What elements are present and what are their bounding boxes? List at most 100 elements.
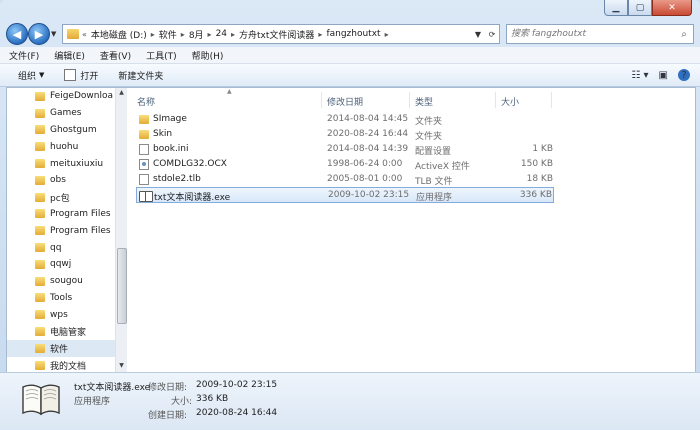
nav-item-pc[interactable]: pc包	[7, 189, 115, 206]
nav-item-ghostgum[interactable]: Ghostgum	[7, 122, 115, 139]
nav-item-tools[interactable]: Tools	[7, 290, 115, 307]
search-input[interactable]	[507, 28, 675, 40]
refresh-icon[interactable]: ⟳	[485, 30, 499, 39]
breadcrumb-software[interactable]: 软件	[159, 28, 177, 41]
file-size: 150 KB	[520, 159, 553, 169]
nav-item-program-files[interactable]: Program Files	[7, 206, 115, 223]
file-type: ActiveX 控件	[415, 162, 470, 172]
column-header-type[interactable]: 类型	[415, 95, 433, 108]
column-divider[interactable]	[495, 92, 496, 108]
nav-item-program-files-x86[interactable]: Program Files	[7, 222, 115, 239]
nav-item-obs[interactable]: obs	[7, 172, 115, 189]
tlb-file-icon	[139, 174, 149, 185]
column-divider[interactable]	[321, 92, 322, 108]
dropdown-arrow-icon: ▼	[39, 71, 45, 79]
nav-item-label: Tools	[50, 292, 73, 303]
chevron-right-icon[interactable]: ▸	[208, 30, 212, 39]
forward-button[interactable]: ▶	[28, 23, 50, 45]
nav-item-meituxiuxiu[interactable]: meituxiuxiu	[7, 155, 115, 172]
menu-view[interactable]: 查看(V)	[91, 49, 137, 62]
nav-item-feigedownload[interactable]: FeigeDownloa	[7, 88, 115, 105]
address-overflow[interactable]: «	[82, 30, 87, 39]
menu-edit[interactable]: 编辑(E)	[45, 49, 91, 62]
nav-item-qqwj[interactable]: qqwj	[7, 256, 115, 273]
address-bar[interactable]: « 本地磁盘 (D:) ▸ 软件 ▸ 8月 ▸ 24 ▸ 方舟txt文件阅读器 ▸ fan…	[62, 24, 500, 44]
column-header-name[interactable]: 名称	[137, 95, 155, 108]
menu-help[interactable]: 帮助(H)	[183, 49, 230, 62]
nav-item-software[interactable]: 软件	[7, 339, 115, 357]
file-size: 336 KB	[519, 190, 552, 200]
breadcrumb-reader[interactable]: 方舟txt文件阅读器	[239, 28, 314, 41]
file-type: 应用程序	[416, 193, 453, 203]
open-icon	[64, 69, 77, 81]
chevron-right-icon[interactable]: ▸	[385, 30, 389, 39]
search-box[interactable]: ⌕	[506, 24, 694, 44]
column-header-size[interactable]: 大小	[501, 95, 519, 108]
scrollbar-thumb[interactable]	[117, 248, 127, 324]
search-icon[interactable]: ⌕	[675, 29, 693, 40]
nav-item-huohu[interactable]: huohu	[7, 138, 115, 155]
folder-icon	[35, 142, 45, 152]
explorer-window: ▁ ▢ ✕ ◀ ▶ ▼ « 本地磁盘 (D:) ▸ 软件 ▸ 8月 ▸ 24 ▸ 方舟t…	[0, 0, 700, 430]
recent-pages-dropdown[interactable]: ▼	[51, 30, 56, 38]
file-row[interactable]: SImage 2014-08-04 14:45 文件夹	[137, 112, 553, 127]
chevron-right-icon[interactable]: ▸	[151, 30, 155, 39]
nav-item-label: Program Files	[50, 208, 111, 219]
preview-pane-icon[interactable]: ▣	[659, 70, 668, 81]
folder-icon	[35, 226, 45, 236]
sort-ascending-icon: ▲	[227, 88, 232, 95]
scroll-down-icon[interactable]: ▼	[116, 362, 127, 372]
column-header-modified[interactable]: 修改日期	[327, 95, 363, 108]
nav-item-pc-manager[interactable]: 电脑管家	[7, 323, 115, 340]
help-icon[interactable]: ?	[678, 69, 690, 81]
nav-item-sougou[interactable]: sougou	[7, 273, 115, 290]
details-filename: txt文本阅读器.exe	[74, 383, 151, 393]
folder-icon	[35, 192, 45, 202]
maximize-button[interactable]: ▢	[628, 0, 652, 16]
file-row[interactable]: Skin 2020-08-24 16:44 文件夹	[137, 127, 553, 142]
nav-item-games[interactable]: Games	[7, 105, 115, 122]
file-row[interactable]: COMDLG32.OCX 1998-06-24 0:00 ActiveX 控件 …	[137, 157, 553, 172]
chevron-right-icon[interactable]: ▸	[181, 30, 185, 39]
menu-file[interactable]: 文件(F)	[0, 49, 45, 62]
breadcrumb-fangzhoutxt[interactable]: fangzhoutxt	[326, 29, 380, 39]
open-button[interactable]: 打开	[64, 69, 98, 82]
close-button[interactable]: ✕	[652, 0, 692, 16]
file-row-selected[interactable]: txt文本阅读器.exe 2009-10-02 23:15 应用程序 336 K…	[136, 187, 554, 203]
nav-item-label: Ghostgum	[50, 124, 97, 135]
navigation-scrollbar[interactable]: ▲ ▼	[115, 88, 127, 373]
address-dropdown-icon[interactable]: ▼	[471, 30, 485, 39]
column-headers: ▲ 名称 修改日期 类型 大小	[127, 88, 695, 110]
chevron-right-icon[interactable]: ▸	[231, 30, 235, 39]
details-pane: txt文本阅读器.exe 应用程序 修改日期: 2009-10-02 23:15…	[0, 372, 700, 430]
file-row[interactable]: book.ini 2014-08-04 14:39 配置设置 1 KB	[137, 142, 553, 157]
nav-item-label: pc包	[50, 193, 70, 204]
nav-item-my-documents[interactable]: 我的文档	[7, 357, 115, 373]
breadcrumb-august[interactable]: 8月	[189, 28, 204, 41]
open-label: 打开	[80, 71, 99, 82]
breadcrumb-drive[interactable]: 本地磁盘 (D:)	[91, 28, 147, 41]
new-folder-button[interactable]: 新建文件夹	[118, 69, 163, 82]
organize-button[interactable]: 组织 ▼	[18, 69, 44, 82]
file-row[interactable]: stdole2.tlb 2005-08-01 0:00 TLB 文件 18 KB	[137, 172, 553, 187]
breadcrumb-24[interactable]: 24	[216, 29, 227, 39]
nav-item-wps[interactable]: wps	[7, 306, 115, 323]
nav-item-qq[interactable]: qq	[7, 239, 115, 256]
view-options-icon[interactable]: ☷ ▾	[631, 70, 648, 81]
details-modified-value: 2009-10-02 23:15	[196, 380, 278, 390]
file-modified: 2014-08-04 14:39	[327, 144, 409, 154]
minimize-button[interactable]: ▁	[604, 0, 628, 16]
scroll-up-icon[interactable]: ▲	[116, 89, 127, 99]
file-modified: 2014-08-04 14:45	[327, 114, 409, 124]
nav-item-label: meituxiuxiu	[50, 158, 104, 169]
column-divider[interactable]	[551, 92, 552, 108]
folder-icon	[35, 91, 45, 101]
folder-icon	[35, 310, 45, 320]
details-filetype: 应用程序	[74, 397, 111, 407]
menu-tools[interactable]: 工具(T)	[137, 49, 183, 62]
folder-icon	[35, 343, 45, 353]
column-divider[interactable]	[409, 92, 410, 108]
back-button[interactable]: ◀	[6, 23, 28, 45]
folder-icon	[35, 327, 45, 337]
chevron-right-icon[interactable]: ▸	[318, 30, 322, 39]
